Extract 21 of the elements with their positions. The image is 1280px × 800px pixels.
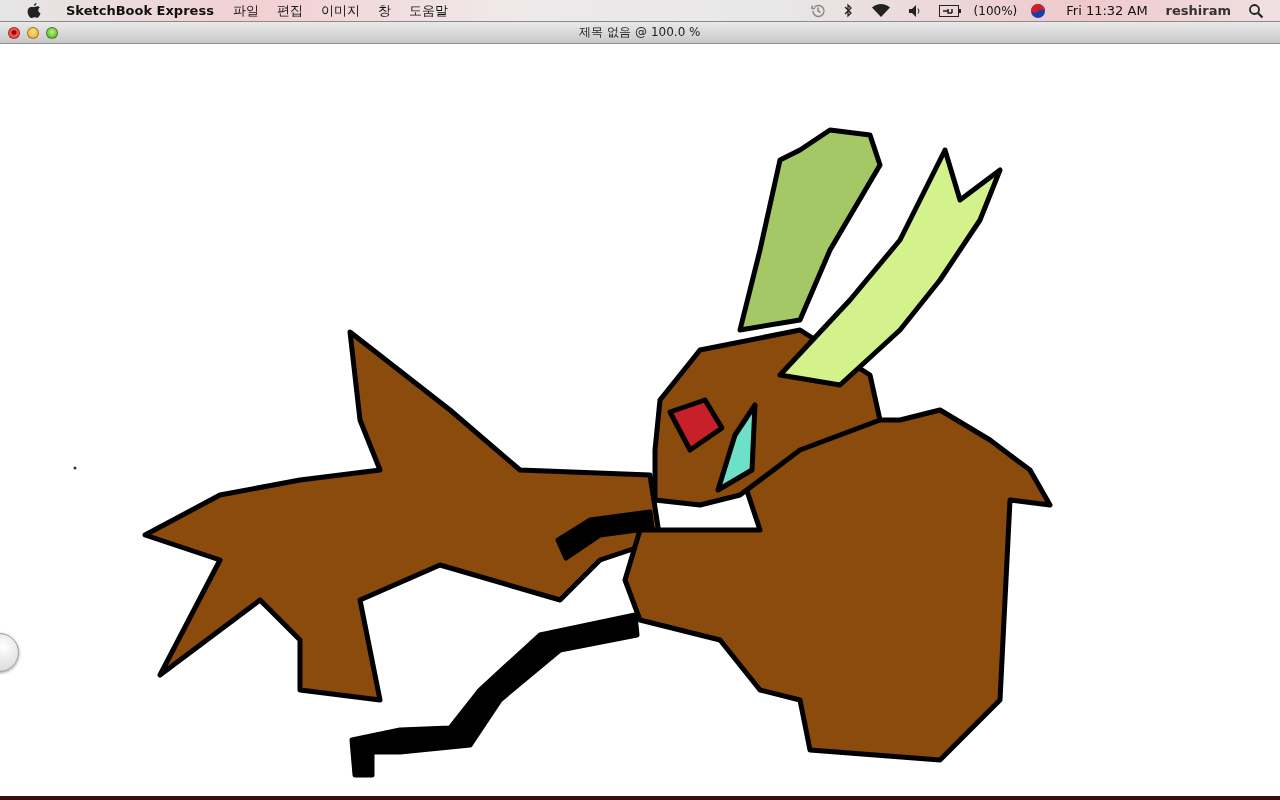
bluetooth-icon[interactable] [843,3,853,18]
menu-bar-clock[interactable]: Fri 11:32 AM [1066,3,1148,18]
apple-icon[interactable] [27,2,41,19]
menu-item[interactable]: 편집 [267,1,312,20]
close-button[interactable] [8,26,20,39]
user-name[interactable]: reshiram [1165,3,1231,18]
ink-dot [73,466,77,470]
menu-item[interactable]: 창 [368,1,400,20]
app-menu[interactable]: SketchBook Express [50,3,224,18]
window-title: 제목 없음 @ 100.0 % [579,25,701,39]
menu-item[interactable]: 파일 [223,1,268,20]
menu-item[interactable]: 이미지 [311,1,369,20]
speaker-icon[interactable] [908,4,921,17]
minimize-button[interactable] [27,26,39,39]
wifi-icon[interactable] [870,3,891,18]
clock-history-icon[interactable] [809,2,826,19]
menu-item[interactable]: 도움말 [399,1,457,20]
battery-percentage: (100%) [973,3,1018,18]
search-icon[interactable] [1249,3,1263,18]
zoom-button[interactable] [46,26,58,39]
battery-icon[interactable] [938,4,961,17]
